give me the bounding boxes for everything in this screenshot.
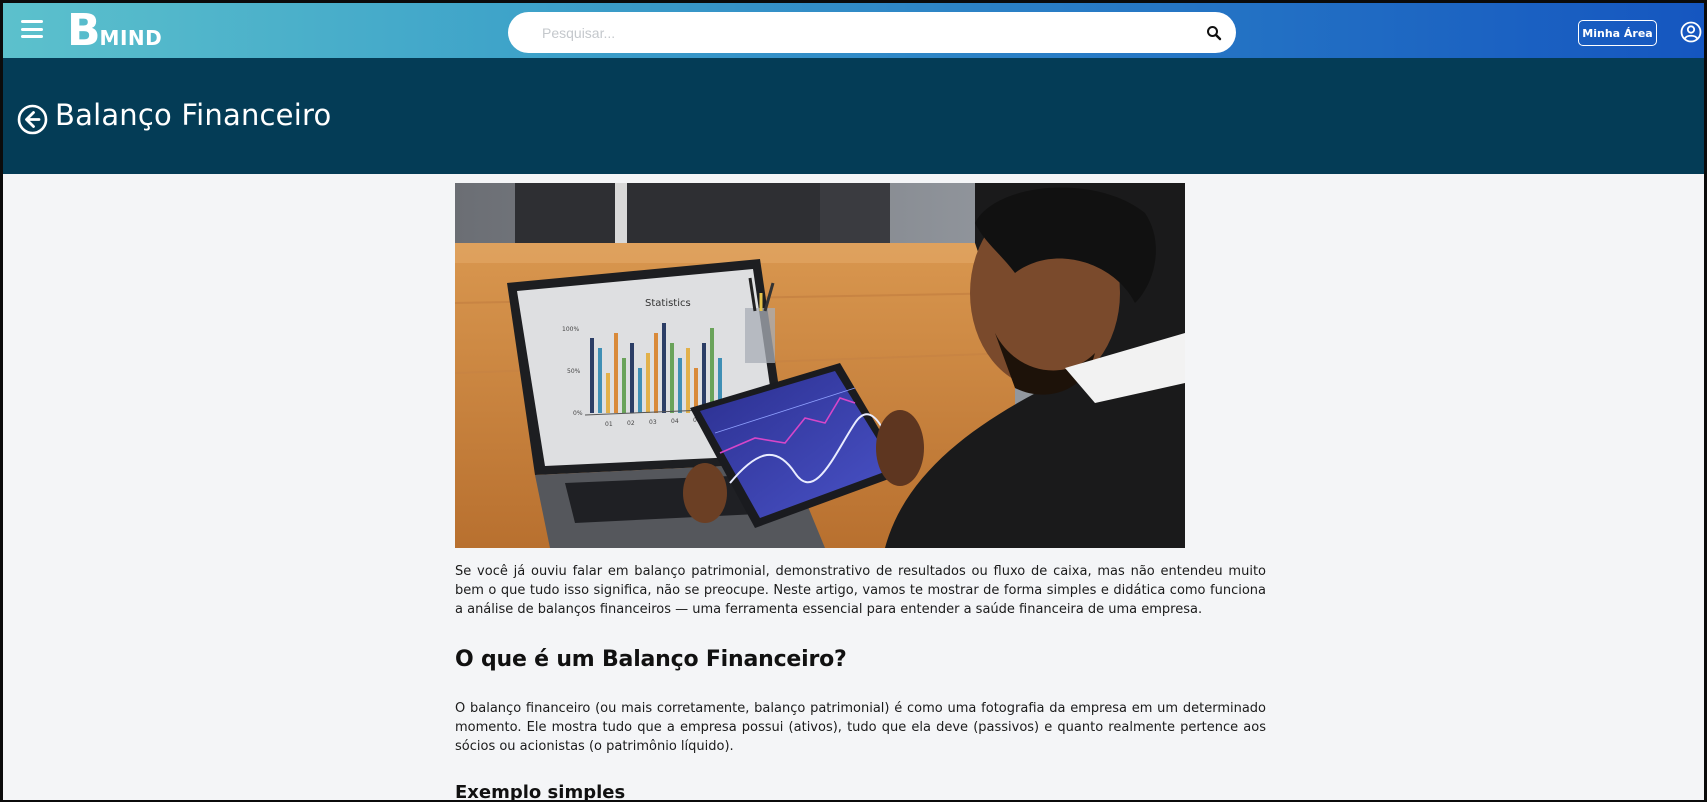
user-circle-icon[interactable] (1680, 21, 1702, 43)
top-navigation-bar: B MIND Minha Área (3, 3, 1704, 58)
laptop-y-tick-50: 50% (567, 368, 581, 375)
laptop-y-tick-100: 100% (562, 326, 579, 333)
subsection-heading: Exemplo simples (455, 782, 626, 802)
laptop-x-tick: 02 (627, 420, 635, 427)
search-icon[interactable] (1206, 25, 1222, 41)
section-paragraph: O balanço financeiro (ou mais corretamen… (455, 701, 1266, 754)
page-header-banner: Balanço Financeiro (3, 58, 1704, 174)
hamburger-icon[interactable] (21, 20, 43, 38)
search-input[interactable] (540, 23, 1206, 42)
logo-word: MIND (99, 26, 163, 50)
app-frame: B MIND Minha Área Balanço Financeiro (0, 0, 1707, 802)
article-content: Statistics 100% 50% 0% 01 02 03 04 Se vo… (455, 183, 1266, 802)
laptop-y-tick-0: 0% (573, 410, 583, 417)
page-title: Balanço Financeiro (55, 98, 332, 132)
section-heading: O que é um Balanço Financeiro? (455, 647, 847, 672)
my-area-button[interactable]: Minha Área (1578, 20, 1657, 46)
laptop-x-tick: 01 (605, 421, 613, 428)
article-hero-image: Statistics 100% 50% 0% 01 02 03 04 (455, 183, 1185, 548)
logo-letter: B (67, 5, 101, 56)
laptop-x-tick: 04 (671, 418, 679, 425)
laptop-chart-title: Statistics (645, 298, 691, 309)
laptop-x-tick: 03 (649, 419, 657, 426)
brand-logo[interactable]: B MIND (67, 5, 163, 56)
back-arrow-icon[interactable] (17, 104, 48, 135)
search-bar (508, 12, 1236, 53)
article-intro-paragraph: Se você já ouviu falar em balanço patrim… (455, 564, 1266, 617)
